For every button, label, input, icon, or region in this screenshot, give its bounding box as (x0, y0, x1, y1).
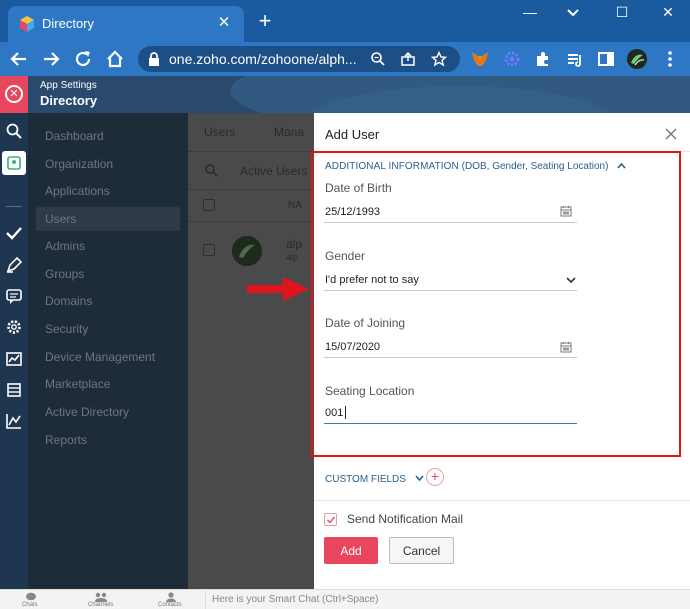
channels-label[interactable]: Channels (88, 602, 113, 608)
database-icon[interactable] (5, 381, 23, 399)
close-icon[interactable] (662, 125, 680, 143)
rail-item-active[interactable] (2, 151, 26, 175)
row-divider (188, 189, 314, 190)
tab-manage[interactable]: Mana (274, 125, 304, 139)
row-checkbox[interactable] (203, 244, 215, 256)
add-button[interactable]: Add (324, 537, 378, 564)
new-tab-button[interactable]: + (255, 10, 275, 32)
star-icon[interactable] (431, 51, 447, 67)
tab-close-icon[interactable]: ✕ (214, 13, 234, 31)
app-settings-label: App Settings (40, 80, 97, 91)
bottom-bar-divider (205, 590, 206, 609)
sidebar-item-organization[interactable]: Organization (45, 157, 113, 171)
smart-chat-input[interactable]: Here is your Smart Chat (Ctrl+Space) (212, 594, 378, 605)
chart-icon[interactable] (5, 412, 23, 430)
active-users-filter[interactable]: Active Users (240, 164, 307, 178)
browser-tab[interactable]: Directory ✕ (8, 6, 244, 42)
app-header: App Settings Directory (0, 76, 690, 113)
side-panel-icon[interactable] (596, 49, 616, 69)
sidebar-item-dashboard[interactable]: Dashboard (45, 129, 104, 143)
user-avatar (232, 236, 262, 266)
search-icon[interactable] (5, 122, 23, 140)
directory-sidebar: Dashboard Organization Applications User… (28, 113, 188, 589)
reading-list-icon[interactable] (565, 49, 585, 69)
close-icon[interactable]: ✕ (5, 85, 23, 103)
check-icon (327, 516, 336, 524)
chevron-down-icon[interactable] (566, 8, 580, 18)
sidebar-item-domains[interactable]: Domains (45, 294, 92, 308)
row-divider (188, 221, 314, 222)
sidebar-item-device-management[interactable]: Device Management (45, 350, 155, 364)
tab-users[interactable]: Users (204, 125, 235, 139)
chat-icon[interactable] (5, 287, 23, 305)
page-title: Directory (40, 93, 98, 108)
profile-avatar-icon[interactable] (626, 48, 648, 70)
contacts-icon[interactable] (165, 592, 177, 602)
sidebar-item-users[interactable]: Users (45, 212, 76, 226)
user-name[interactable]: alp (286, 237, 302, 251)
maximize-button[interactable]: ☐ (612, 4, 632, 21)
window-close-button[interactable]: ✕ (658, 4, 678, 21)
add-custom-field-button[interactable]: + (426, 468, 444, 486)
column-header-name: NA (288, 200, 302, 211)
chats-label[interactable]: Chats (22, 602, 38, 608)
custom-fields-label: CUSTOM FIELDS (325, 474, 406, 485)
analytics-icon[interactable] (5, 350, 23, 368)
chevron-down-icon[interactable] (415, 475, 424, 482)
pen-icon[interactable] (5, 256, 23, 274)
sidebar-item-marketplace[interactable]: Marketplace (45, 377, 110, 391)
forward-arrow-icon[interactable] (40, 48, 62, 70)
minimize-button[interactable]: — (520, 4, 540, 20)
search-icon[interactable] (204, 163, 218, 177)
red-arrow-icon (247, 277, 309, 301)
address-bar[interactable]: one.zoho.com/zohoone/alph... (138, 46, 460, 72)
highlight-box (311, 151, 681, 457)
check-icon[interactable] (5, 224, 23, 242)
metamask-fox-icon[interactable] (470, 49, 490, 69)
back-arrow-icon[interactable] (8, 48, 30, 70)
browser-tab-bar: Directory ✕ + — ☐ ✕ (0, 0, 690, 42)
directory-app-icon (20, 16, 34, 32)
directory-icon (7, 156, 21, 170)
smart-chat-bar: Chats Channels Contacts Here is your Sma… (0, 589, 690, 609)
app-icon-rail: ✕ (0, 76, 28, 589)
custom-fields-toggle[interactable]: CUSTOM FIELDS (325, 474, 424, 485)
chats-icon[interactable] (25, 592, 37, 602)
settings-gear-icon[interactable] (5, 318, 23, 336)
reload-icon[interactable] (72, 48, 94, 70)
rail-close-button[interactable]: ✕ (0, 76, 28, 113)
channels-icon[interactable] (94, 592, 108, 602)
lock-icon[interactable] (148, 52, 160, 66)
tab-title: Directory (42, 16, 95, 31)
home-icon[interactable] (104, 48, 126, 70)
panel-divider (314, 500, 690, 501)
url-text[interactable]: one.zoho.com/zohoone/alph... (169, 51, 357, 67)
tab-divider (188, 151, 314, 152)
sidebar-item-groups[interactable]: Groups (45, 267, 84, 281)
browser-toolbar: one.zoho.com/zohoone/alph... (0, 42, 690, 76)
panel-title: Add User (325, 127, 380, 142)
search-icon[interactable] (370, 51, 386, 67)
sidebar-item-admins[interactable]: Admins (45, 239, 85, 253)
send-notification-checkbox[interactable] (324, 513, 337, 526)
sidebar-item-reports[interactable]: Reports (45, 433, 87, 447)
sidebar-item-active-directory[interactable]: Active Directory (45, 405, 129, 419)
contacts-label[interactable]: Contacts (158, 602, 182, 608)
select-all-checkbox[interactable] (203, 199, 215, 211)
more-menu-icon[interactable] (660, 49, 680, 69)
share-icon[interactable] (400, 51, 416, 67)
user-email: alp (286, 252, 299, 262)
users-content-overlay: Users Mana Active Users NA alp alp (188, 113, 314, 589)
avatar-image-icon (232, 236, 262, 266)
send-notification-label: Send Notification Mail (347, 512, 464, 526)
puzzle-extensions-icon[interactable] (533, 49, 553, 69)
sidebar-item-applications[interactable]: Applications (45, 184, 110, 198)
sidebar-item-security[interactable]: Security (45, 322, 88, 336)
rail-divider (6, 206, 22, 207)
gear-extension-icon[interactable] (502, 49, 522, 69)
cancel-button[interactable]: Cancel (389, 537, 454, 564)
